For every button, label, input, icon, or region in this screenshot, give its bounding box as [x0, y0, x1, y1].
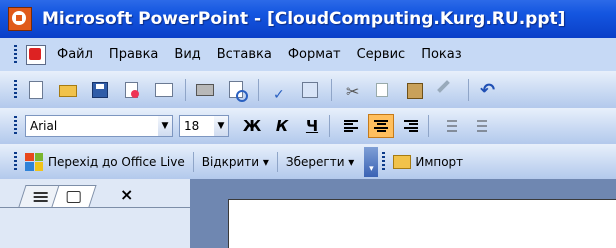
format-painter-icon[interactable]	[436, 79, 458, 101]
undo-icon[interactable]: ↶	[477, 79, 499, 101]
italic-button[interactable]: К	[269, 114, 295, 138]
align-left-icon	[344, 120, 358, 132]
open-icon[interactable]	[57, 79, 79, 101]
copy-icon[interactable]	[372, 79, 394, 101]
toolbar-separator	[192, 151, 194, 172]
toolbar-options-icon[interactable]: ▾	[364, 146, 379, 177]
font-size-value: 18	[184, 119, 200, 133]
formatting-toolbar: Arial ▼ 18 ▼ Ж К Ч	[0, 108, 616, 144]
powerpoint-app-icon[interactable]	[8, 7, 32, 31]
research-icon[interactable]	[299, 79, 321, 101]
standard-toolbar: ✂ ↶	[0, 71, 616, 108]
bullets-button[interactable]	[467, 114, 493, 138]
tab-slides[interactable]	[51, 185, 97, 207]
office-live-icon	[25, 152, 43, 171]
numbering-button[interactable]	[437, 114, 463, 138]
toolbar-separator	[331, 78, 332, 101]
toolbar-grip[interactable]	[14, 44, 17, 65]
chevron-down-icon[interactable]: ▼	[214, 116, 228, 136]
menu-view[interactable]: Вид	[174, 47, 200, 62]
go-to-office-live-button[interactable]: Перехід до Office Live	[48, 155, 185, 169]
align-left-button[interactable]	[338, 114, 364, 138]
menu-insert[interactable]: Вставка	[217, 47, 272, 62]
window-title: Microsoft PowerPoint - [CloudComputing.K…	[42, 9, 566, 29]
align-center-button[interactable]	[368, 114, 394, 138]
menu-bar: Файл Правка Вид Вставка Формат Сервис По…	[0, 38, 616, 71]
underline-button[interactable]: Ч	[299, 114, 325, 138]
align-right-icon	[404, 120, 418, 132]
import-button[interactable]: Импорт	[415, 155, 463, 169]
toolbar-separator	[185, 78, 186, 101]
chevron-down-icon[interactable]: ▼	[158, 116, 172, 136]
font-size-combo[interactable]: 18 ▼	[179, 115, 229, 137]
close-pane-button[interactable]: ×	[120, 185, 133, 204]
save-icon[interactable]	[89, 79, 111, 101]
paste-icon[interactable]	[404, 79, 426, 101]
title-bar[interactable]: Microsoft PowerPoint - [CloudComputing.K…	[0, 0, 616, 38]
font-name-combo[interactable]: Arial ▼	[25, 115, 173, 137]
outline-slides-pane: ×	[0, 179, 190, 248]
align-center-icon	[374, 120, 388, 132]
email-icon[interactable]	[153, 79, 175, 101]
toolbar-separator	[329, 115, 330, 137]
bold-button[interactable]: Ж	[239, 114, 265, 138]
menu-slideshow[interactable]: Показ	[421, 47, 461, 62]
menu-file[interactable]: Файл	[57, 47, 93, 62]
font-name-value: Arial	[30, 119, 58, 133]
spelling-icon[interactable]	[267, 79, 289, 103]
toolbar-separator	[276, 151, 278, 172]
new-icon[interactable]	[25, 79, 47, 101]
outline-icon	[33, 191, 48, 202]
menu-edit[interactable]: Правка	[109, 47, 158, 62]
folder-icon	[393, 154, 412, 169]
toolbar-separator	[468, 78, 469, 101]
toolbar-separator	[258, 78, 259, 101]
menu-format[interactable]: Формат	[288, 47, 341, 62]
save-dropdown-button[interactable]: Зберегти ▾	[286, 155, 354, 169]
bullets-icon	[473, 120, 487, 132]
slide-canvas[interactable]	[228, 199, 616, 248]
align-right-button[interactable]	[398, 114, 424, 138]
open-dropdown-button[interactable]: Відкрити ▾	[202, 155, 269, 169]
document-menu-icon[interactable]	[25, 44, 47, 66]
menu-tools[interactable]: Сервис	[357, 47, 406, 62]
office-live-toolbar: Перехід до Office Live Відкрити ▾ Зберег…	[0, 144, 616, 179]
cut-icon[interactable]: ✂	[340, 79, 362, 101]
toolbar-grip[interactable]	[14, 151, 17, 172]
print-preview-icon[interactable]	[226, 79, 248, 102]
toolbar-grip[interactable]	[14, 116, 17, 136]
slides-icon	[66, 190, 81, 203]
print-icon[interactable]	[194, 79, 216, 101]
toolbar-separator	[428, 115, 429, 137]
permission-icon[interactable]	[121, 79, 143, 101]
toolbar-grip[interactable]	[382, 151, 386, 172]
workspace: ×	[0, 179, 616, 248]
numbering-icon	[443, 120, 457, 132]
toolbar-grip[interactable]	[14, 79, 17, 100]
pane-divider	[0, 207, 190, 208]
